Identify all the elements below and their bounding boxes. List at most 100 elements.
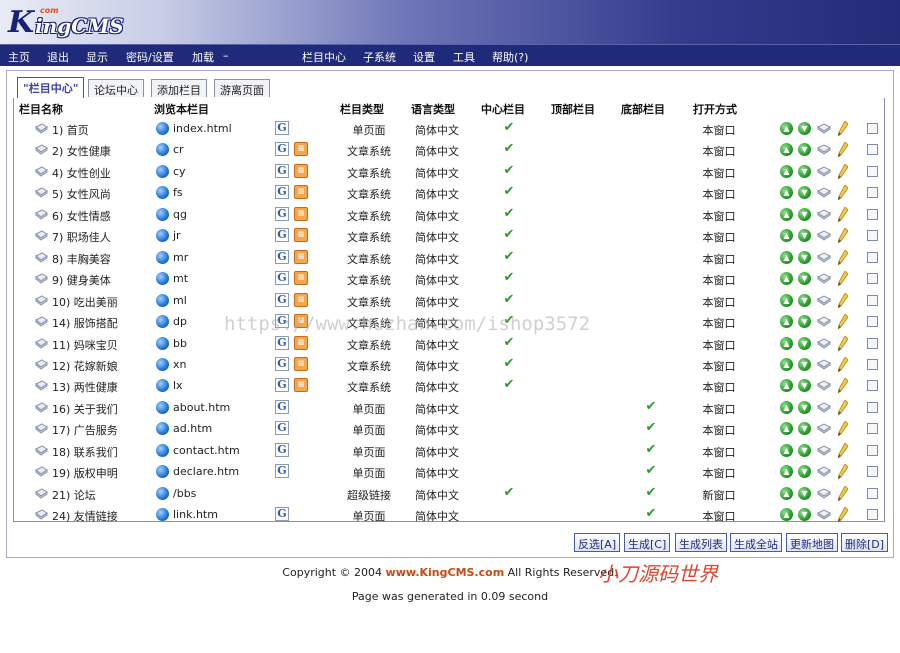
rss-icon[interactable]: ≡ bbox=[294, 292, 308, 307]
edit-pencil-icon[interactable] bbox=[838, 421, 848, 437]
copy-icon[interactable] bbox=[817, 166, 831, 177]
rss-icon[interactable]: ≡ bbox=[294, 163, 308, 178]
column-path-link[interactable]: about.htm bbox=[173, 401, 230, 414]
move-up-icon[interactable]: ▲ bbox=[780, 143, 793, 157]
rss-icon[interactable]: ≡ bbox=[294, 142, 308, 157]
menu-help[interactable]: 帮助(?) bbox=[492, 49, 528, 65]
generate-icon[interactable]: G bbox=[275, 356, 289, 371]
column-path-link[interactable]: ml bbox=[173, 294, 187, 307]
menu-password-settings[interactable]: 密码/设置 bbox=[126, 49, 174, 65]
move-down-icon[interactable]: ▼ bbox=[798, 186, 811, 200]
rss-icon[interactable]: ≡ bbox=[294, 249, 308, 264]
generate-icon[interactable]: G bbox=[275, 507, 289, 522]
generate-icon[interactable]: G bbox=[275, 421, 289, 436]
rss-icon[interactable]: ≡ bbox=[294, 228, 308, 243]
column-name[interactable]: 6) 女性情感 bbox=[52, 208, 111, 224]
edit-pencil-icon[interactable] bbox=[838, 228, 848, 244]
column-name[interactable]: 5) 女性风尚 bbox=[52, 186, 111, 202]
move-up-icon[interactable]: ▲ bbox=[780, 272, 793, 286]
row-select-checkbox[interactable] bbox=[867, 509, 878, 521]
update-sitemap-button[interactable]: 更新地图 bbox=[786, 533, 838, 552]
move-down-icon[interactable]: ▼ bbox=[798, 143, 811, 157]
generate-icon[interactable]: G bbox=[275, 185, 289, 200]
move-up-icon[interactable]: ▲ bbox=[780, 400, 793, 414]
edit-pencil-icon[interactable] bbox=[838, 292, 848, 308]
generate-list-button[interactable]: 生成列表 bbox=[675, 533, 727, 552]
edit-pencil-icon[interactable] bbox=[838, 121, 848, 136]
copy-icon[interactable] bbox=[817, 509, 831, 520]
menu-home[interactable]: 主页 bbox=[8, 49, 30, 65]
center-check-icon[interactable]: ✔ bbox=[501, 206, 517, 221]
column-name[interactable]: 19) 版权申明 bbox=[52, 465, 118, 481]
copy-icon[interactable] bbox=[817, 423, 831, 434]
move-down-icon[interactable]: ▼ bbox=[798, 122, 811, 135]
move-down-icon[interactable]: ▼ bbox=[798, 293, 811, 307]
rss-icon[interactable]: ≡ bbox=[294, 271, 308, 286]
menu-logout[interactable]: 退出 bbox=[47, 49, 69, 65]
move-up-icon[interactable]: ▲ bbox=[780, 186, 793, 200]
center-check-icon[interactable]: ✔ bbox=[501, 485, 517, 500]
row-select-checkbox[interactable] bbox=[867, 187, 878, 199]
menu-tools[interactable]: 工具 bbox=[453, 49, 475, 65]
kingcms-logo[interactable]: K ingCMS com bbox=[8, 6, 124, 38]
edit-pencil-icon[interactable] bbox=[838, 185, 848, 201]
copy-icon[interactable] bbox=[817, 466, 831, 477]
generate-icon[interactable]: G bbox=[275, 464, 289, 479]
center-check-icon[interactable]: ✔ bbox=[501, 313, 517, 328]
move-up-icon[interactable]: ▲ bbox=[780, 422, 793, 436]
menu-load[interactable]: 加载 bbox=[192, 49, 214, 65]
move-down-icon[interactable]: ▼ bbox=[798, 508, 811, 522]
edit-pencil-icon[interactable] bbox=[838, 507, 848, 523]
row-select-checkbox[interactable] bbox=[867, 123, 878, 134]
column-path-link[interactable]: lx bbox=[173, 379, 183, 392]
rss-icon[interactable]: ≡ bbox=[294, 314, 308, 329]
edit-pencil-icon[interactable] bbox=[838, 163, 848, 179]
menu-settings[interactable]: 设置 bbox=[413, 49, 435, 65]
bottom-check-icon[interactable]: ✔ bbox=[643, 485, 659, 500]
edit-pencil-icon[interactable] bbox=[838, 356, 848, 372]
move-up-icon[interactable]: ▲ bbox=[780, 465, 793, 479]
generate-icon[interactable]: G bbox=[275, 206, 289, 221]
move-down-icon[interactable]: ▼ bbox=[798, 315, 811, 329]
center-check-icon[interactable]: ✔ bbox=[501, 120, 517, 135]
move-down-icon[interactable]: ▼ bbox=[798, 164, 811, 178]
move-down-icon[interactable]: ▼ bbox=[798, 272, 811, 286]
center-check-icon[interactable]: ✔ bbox=[501, 184, 517, 199]
move-down-icon[interactable]: ▼ bbox=[798, 379, 811, 393]
center-check-icon[interactable]: ✔ bbox=[501, 292, 517, 307]
row-select-checkbox[interactable] bbox=[867, 466, 878, 478]
column-path-link[interactable]: bb bbox=[173, 337, 187, 350]
column-path-link[interactable]: link.htm bbox=[173, 508, 218, 521]
move-up-icon[interactable]: ▲ bbox=[780, 336, 793, 350]
row-select-checkbox[interactable] bbox=[867, 316, 878, 328]
copy-icon[interactable] bbox=[817, 252, 831, 263]
column-name[interactable]: 8) 丰胸美容 bbox=[52, 251, 111, 267]
generate-icon[interactable]: G bbox=[275, 271, 289, 286]
center-check-icon[interactable]: ✔ bbox=[501, 227, 517, 242]
center-check-icon[interactable]: ✔ bbox=[501, 270, 517, 285]
generate-icon[interactable]: G bbox=[275, 335, 289, 350]
menu-display[interactable]: 显示 bbox=[86, 49, 108, 65]
copy-icon[interactable] bbox=[817, 123, 831, 134]
bottom-check-icon[interactable]: ✔ bbox=[643, 399, 659, 414]
row-select-checkbox[interactable] bbox=[867, 208, 878, 220]
bottom-check-icon[interactable]: ✔ bbox=[643, 420, 659, 435]
row-select-checkbox[interactable] bbox=[867, 144, 878, 156]
move-down-icon[interactable]: ▼ bbox=[798, 357, 811, 371]
column-path-link[interactable]: dp bbox=[173, 315, 187, 328]
edit-pencil-icon[interactable] bbox=[838, 399, 848, 415]
move-down-icon[interactable]: ▼ bbox=[798, 422, 811, 436]
generate-site-button[interactable]: 生成全站 bbox=[730, 533, 782, 552]
column-path-link[interactable]: cr bbox=[173, 143, 184, 156]
move-down-icon[interactable]: ▼ bbox=[798, 336, 811, 350]
column-path-link[interactable]: mr bbox=[173, 251, 188, 264]
move-down-icon[interactable]: ▼ bbox=[798, 229, 811, 243]
move-up-icon[interactable]: ▲ bbox=[780, 207, 793, 221]
move-up-icon[interactable]: ▲ bbox=[780, 250, 793, 264]
copy-icon[interactable] bbox=[817, 295, 831, 306]
rss-icon[interactable]: ≡ bbox=[294, 335, 308, 350]
edit-pencil-icon[interactable] bbox=[838, 335, 848, 351]
column-name[interactable]: 1) 首页 bbox=[52, 122, 89, 138]
generate-icon[interactable]: G bbox=[275, 163, 289, 178]
move-up-icon[interactable]: ▲ bbox=[780, 486, 793, 500]
